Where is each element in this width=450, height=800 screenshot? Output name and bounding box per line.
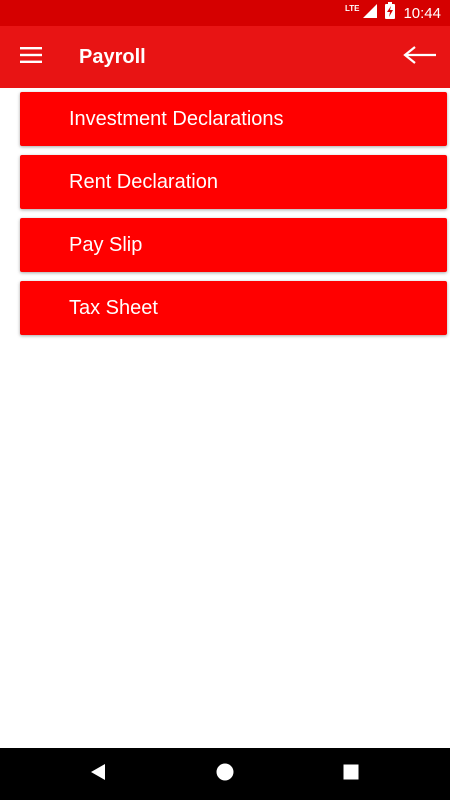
signal-icon	[363, 3, 378, 23]
status-bar: LTE 10:44	[0, 0, 450, 26]
status-icons: LTE 10:44	[345, 0, 441, 26]
back-button[interactable]	[398, 40, 442, 74]
back-triangle-icon	[90, 763, 106, 786]
menu-item-investment-declarations[interactable]: Investment Declarations	[20, 92, 447, 146]
menu-button[interactable]	[12, 39, 50, 75]
menu-item-label: Rent Declaration	[69, 170, 218, 193]
menu-item-label: Tax Sheet	[69, 296, 158, 319]
menu-item-tax-sheet[interactable]: Tax Sheet	[20, 281, 447, 335]
menu-item-pay-slip[interactable]: Pay Slip	[20, 218, 447, 272]
nav-back-button[interactable]	[80, 758, 116, 790]
menu-item-rent-declaration[interactable]: Rent Declaration	[20, 155, 447, 209]
nav-recents-button[interactable]	[333, 758, 369, 790]
status-time: 10:44	[403, 4, 441, 22]
menu-item-label: Pay Slip	[69, 233, 143, 256]
nav-home-button[interactable]	[207, 758, 243, 790]
menu-item-label: Investment Declarations	[69, 107, 284, 130]
hamburger-menu-icon	[20, 46, 42, 68]
back-arrow-icon	[403, 45, 437, 69]
page-title: Payroll	[79, 46, 146, 68]
system-navigation-bar	[0, 748, 450, 800]
home-circle-icon	[216, 763, 234, 786]
network-type-label: LTE	[344, 4, 360, 13]
app-bar: Payroll	[0, 26, 450, 88]
recents-square-icon	[343, 764, 359, 785]
battery-charging-icon	[385, 2, 396, 24]
payroll-menu-list: Investment Declarations Rent Declaration…	[20, 92, 447, 344]
